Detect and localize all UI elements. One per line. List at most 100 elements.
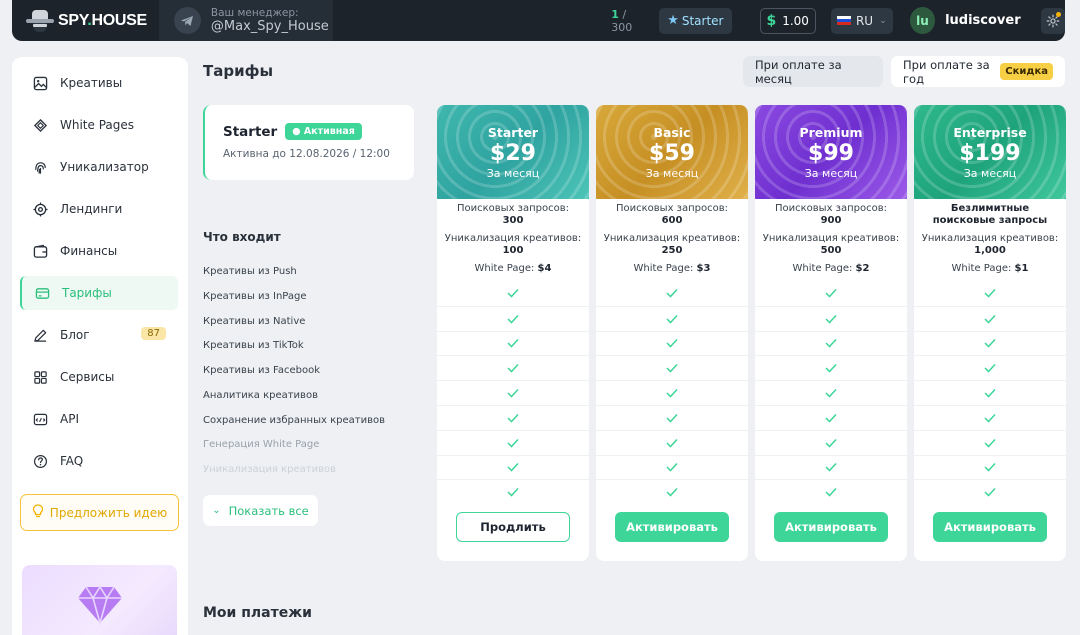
search-requests: Поисковых запросов: 900 (774, 203, 887, 226)
plan-header: Basic $59 За месяц (596, 105, 748, 199)
white-page-price: White Page: $3 (633, 263, 711, 274)
lightbulb-icon (32, 504, 44, 521)
billing-monthly-toggle[interactable]: При оплате за месяц (743, 56, 883, 87)
plan-card-premium: Premium $99 За месяц Поисковых запросов:… (755, 105, 907, 561)
check-icon (666, 438, 678, 448)
plan-header: Enterprise $199 За месяц (914, 105, 1066, 199)
check-icon (507, 438, 519, 448)
plan-header: Premium $99 За месяц (755, 105, 907, 199)
plan-price: $59 (649, 140, 695, 166)
sidebar-item-blog[interactable]: Блог 87 (20, 318, 178, 352)
sidebar-item-finances[interactable]: Финансы (20, 234, 178, 268)
username[interactable]: ludiscover (945, 13, 1021, 28)
current-plan-pill[interactable]: ★ Starter (659, 7, 732, 34)
feature-label: Аналитика креативов (203, 390, 318, 401)
check-icon (984, 488, 996, 497)
feature-label: Креативы из Facebook (203, 365, 321, 376)
check-icon (666, 389, 678, 398)
settings-button[interactable] (1040, 7, 1065, 34)
feature-checks (437, 281, 589, 504)
check-icon (666, 314, 678, 324)
plan-name: Starter (487, 124, 539, 140)
check-icon (984, 463, 996, 473)
check-icon (825, 289, 837, 298)
balance-button[interactable]: $ 1.00 (759, 7, 816, 34)
check-icon (507, 364, 519, 373)
feature-checks (914, 281, 1066, 504)
show-all-button[interactable]: ⌄ Показать все (203, 495, 318, 526)
star-icon: ★ (667, 13, 679, 28)
check-icon (666, 413, 678, 423)
promo-banner[interactable] (22, 565, 177, 635)
white-page-price: White Page: $1 (951, 263, 1029, 274)
dollar-icon: $ (766, 12, 777, 29)
check-icon (825, 314, 837, 324)
plan-price: $99 (808, 140, 854, 166)
manager-handle[interactable]: @Max_Spy_House (211, 19, 329, 35)
plan-card-basic: Basic $59 За месяц Поисковых запросов: 60… (596, 105, 748, 561)
diamond-icon (77, 585, 122, 625)
plan-period: За месяц (804, 166, 858, 180)
creative-uniqualization: Уникализация креативов: 500 (762, 233, 900, 256)
plan-price: $29 (490, 140, 536, 166)
feature-label: Креативы из Push (203, 266, 297, 277)
check-icon (825, 339, 837, 349)
plan-period: За месяц (963, 166, 1017, 180)
features-title: Что входит (203, 230, 281, 244)
activate-premium-button[interactable]: Активировать (774, 512, 888, 542)
feature-checks (755, 281, 907, 504)
sidebar-item-white-pages[interactable]: White Pages (20, 108, 178, 142)
avatar[interactable]: lu (909, 7, 936, 34)
check-icon (507, 463, 519, 473)
creative-uniqualization: Уникализация креативов: 250 (603, 233, 741, 256)
plan-name: Premium (799, 124, 863, 140)
manager-contact[interactable]: Ваш менеджер: @Max_Spy_House (158, 0, 334, 41)
target-icon (32, 201, 48, 217)
check-icon (825, 463, 837, 473)
card-icon (34, 285, 50, 301)
discount-badge: Скидка (1000, 63, 1053, 80)
image-icon (32, 75, 48, 91)
white-page-price: White Page: $2 (792, 263, 870, 274)
check-icon (666, 463, 678, 473)
suggest-idea-button[interactable]: Предложить идею (20, 494, 179, 531)
billing-yearly-toggle[interactable]: При оплате за год Скидка (891, 56, 1065, 87)
sidebar-item-tariffs[interactable]: Тарифы (20, 276, 178, 310)
chevron-down-icon: ⌄ (212, 505, 221, 516)
sidebar-item-faq[interactable]: FAQ (20, 444, 178, 478)
manager-label: Ваш менеджер: (210, 6, 299, 19)
sidebar: Креативы White Pages Уникализатор Лендин… (12, 57, 188, 635)
check-icon (507, 413, 519, 423)
sidebar-item-api[interactable]: API (20, 402, 178, 436)
plan-header: Starter $29 За месяц (437, 105, 589, 199)
feature-label: Сохранение избранных креативов (203, 415, 385, 426)
check-icon (666, 364, 678, 373)
chevron-down-icon: ⌄ (879, 15, 887, 26)
renew-button[interactable]: Продлить (456, 512, 570, 542)
plan-name: Basic (653, 124, 691, 140)
plan-card-enterprise: Enterprise $199 За месяц Безлимитные пои… (914, 105, 1066, 561)
current-plan-name: Starter (223, 123, 278, 140)
blog-count-badge: 87 (141, 327, 166, 340)
white-page-price: White Page: $4 (474, 263, 552, 274)
feature-label: Креативы из InPage (203, 291, 307, 302)
logo[interactable]: SPY.HOUSE (12, 8, 147, 34)
sidebar-item-uniqualizer[interactable]: Уникализатор (20, 150, 178, 184)
activate-enterprise-button[interactable]: Активировать (933, 512, 1047, 542)
grid-icon (32, 369, 48, 385)
plan-price: $199 (959, 140, 1021, 166)
payments-title: Мои платежи (203, 605, 312, 621)
page-title: Тарифы (203, 62, 274, 80)
sidebar-item-services[interactable]: Сервисы (20, 360, 178, 394)
telegram-icon (173, 7, 201, 34)
search-requests: Поисковых запросов: 300 (456, 203, 569, 226)
sidebar-item-creatives[interactable]: Креативы (20, 66, 178, 100)
api-icon (32, 411, 48, 427)
feature-label: Креативы из Native (203, 316, 306, 327)
search-requests: Безлимитные поисковые запросы (932, 203, 1048, 226)
sidebar-item-landings[interactable]: Лендинги (20, 192, 178, 226)
activate-basic-button[interactable]: Активировать (615, 512, 729, 542)
check-icon (825, 413, 837, 423)
check-icon (984, 438, 996, 448)
language-select[interactable]: RU ⌄ (830, 7, 893, 34)
